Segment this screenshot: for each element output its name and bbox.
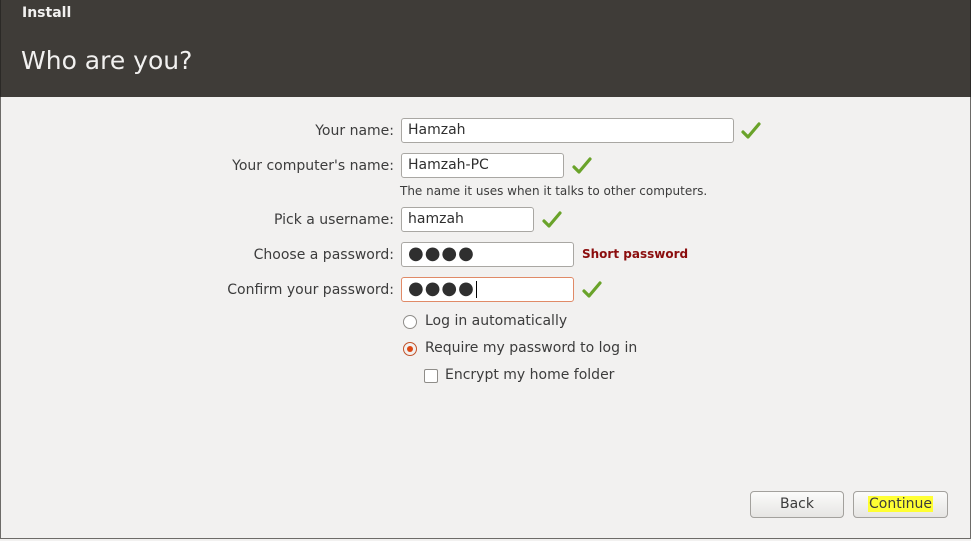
back-button[interactable]: Back: [750, 491, 844, 518]
confirm-valid-check-icon: [582, 281, 602, 298]
password-field[interactable]: ●●●●: [401, 242, 574, 267]
name-valid-check-icon: [741, 122, 761, 139]
page-title: Who are you?: [21, 46, 193, 75]
computer-name-field[interactable]: Hamzah-PC: [401, 153, 564, 178]
computer-name-hint: The name it uses when it talks to other …: [400, 184, 708, 198]
continue-button[interactable]: Continue: [853, 491, 948, 518]
encrypt-home-label[interactable]: Encrypt my home folder: [445, 367, 614, 383]
title-header: Install Who are you?: [0, 0, 971, 97]
confirm-password-value: ●●●●: [408, 278, 475, 299]
your-name-field[interactable]: Hamzah: [401, 118, 734, 143]
encrypt-home-checkbox[interactable]: [424, 369, 438, 383]
your-name-label: Your name:: [315, 123, 394, 139]
auto-login-label[interactable]: Log in automatically: [425, 313, 567, 329]
computer-name-label: Your computer's name:: [232, 158, 394, 174]
window-title: Install: [22, 5, 72, 21]
auto-login-radio[interactable]: [403, 315, 417, 329]
username-field[interactable]: hamzah: [401, 207, 534, 232]
confirm-password-field[interactable]: ●●●●: [401, 277, 574, 302]
password-label: Choose a password:: [253, 247, 394, 263]
text-cursor: [475, 280, 477, 298]
confirm-password-label: Confirm your password:: [227, 282, 394, 298]
username-valid-check-icon: [542, 211, 562, 228]
require-password-label[interactable]: Require my password to log in: [425, 340, 637, 356]
username-label: Pick a username:: [273, 212, 394, 228]
require-password-radio[interactable]: [403, 342, 417, 356]
continue-label: Continue: [868, 496, 933, 512]
password-strength-warning: Short password: [582, 247, 689, 261]
computer-valid-check-icon: [572, 157, 592, 174]
